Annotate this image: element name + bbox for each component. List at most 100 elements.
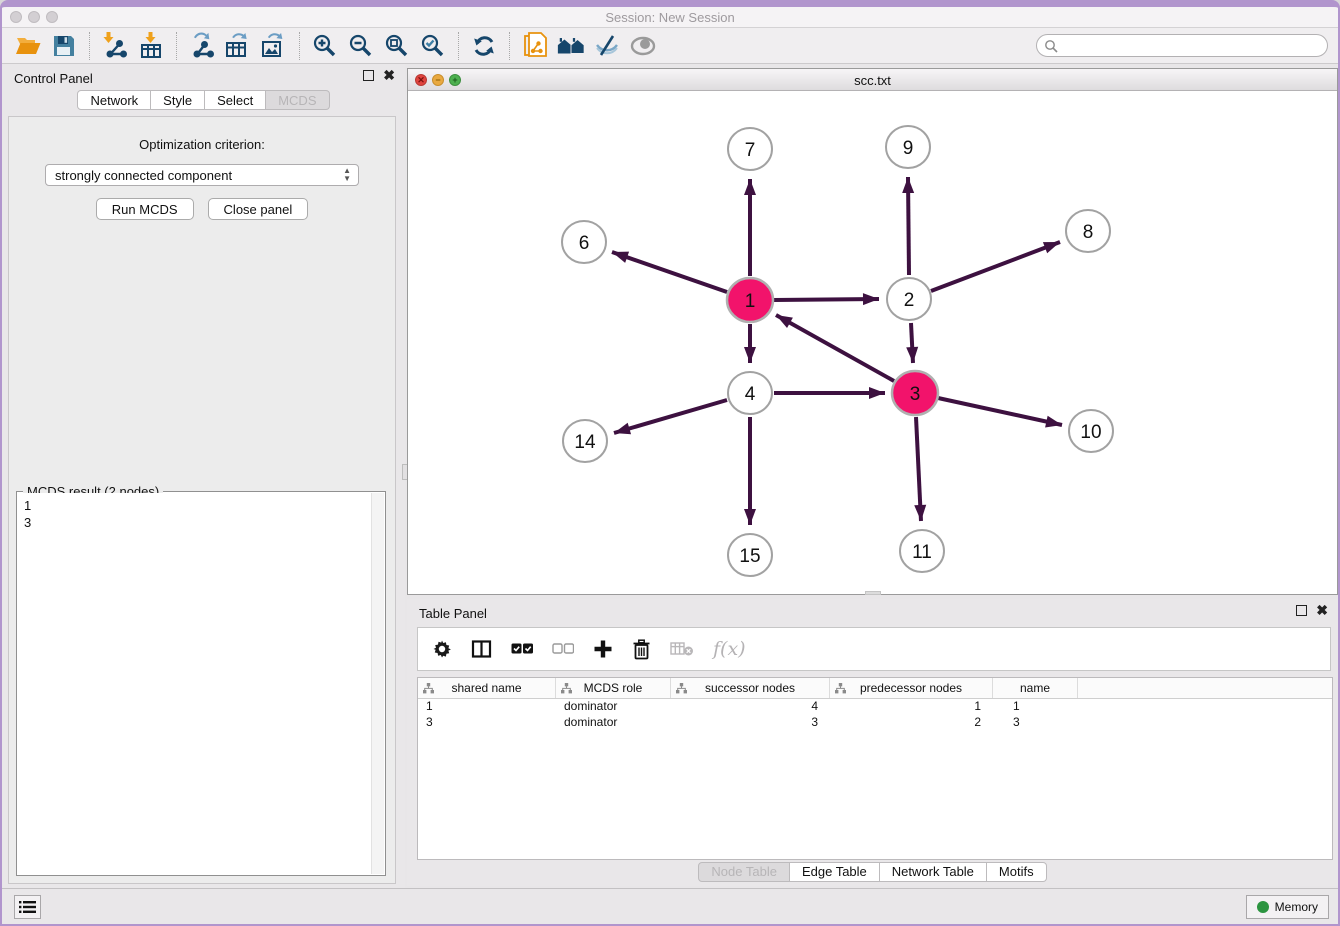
- node-table[interactable]: shared name MCDS role successor nodes pr…: [417, 677, 1333, 860]
- add-column-icon[interactable]: [593, 635, 613, 663]
- node-2[interactable]: 2: [887, 278, 931, 320]
- close-panel-icon[interactable]: ✖: [383, 70, 395, 81]
- node-15[interactable]: 15: [728, 534, 772, 576]
- node-6[interactable]: 6: [562, 221, 606, 263]
- column-header-predecessor-nodes[interactable]: predecessor nodes: [830, 678, 993, 698]
- window-titlebar: Session: New Session: [2, 7, 1338, 28]
- table-row[interactable]: 3 dominator 3 2 3: [418, 715, 1332, 731]
- node-10[interactable]: 10: [1069, 410, 1113, 452]
- run-mcds-button[interactable]: Run MCDS: [96, 198, 194, 220]
- svg-text:1: 1: [745, 291, 756, 312]
- svg-text:11: 11: [912, 542, 932, 563]
- open-session-icon[interactable]: [13, 32, 43, 60]
- float-table-panel-icon[interactable]: [1296, 605, 1307, 616]
- cell-successor-nodes[interactable]: 4: [671, 699, 830, 715]
- node-3-selected[interactable]: 3: [892, 371, 938, 415]
- table-options-gear-icon[interactable]: [432, 635, 452, 663]
- table-panel-title: Table Panel: [419, 606, 487, 621]
- memory-button[interactable]: Memory: [1246, 895, 1329, 919]
- export-network-icon[interactable]: [187, 32, 217, 60]
- cell-shared-name[interactable]: 1: [418, 699, 556, 715]
- float-panel-icon[interactable]: [363, 70, 374, 81]
- cell-mcds-role[interactable]: dominator: [556, 715, 671, 731]
- search-input[interactable]: [1058, 35, 1327, 56]
- mcds-result-text[interactable]: 1 3: [18, 493, 370, 874]
- function-builder-icon[interactable]: f(x): [713, 635, 746, 663]
- search-field[interactable]: [1036, 34, 1328, 57]
- edge-3-10[interactable]: [938, 398, 1062, 425]
- task-history-button[interactable]: [14, 895, 41, 919]
- new-network-from-selection-icon[interactable]: [520, 32, 550, 60]
- svg-text:7: 7: [745, 140, 756, 161]
- close-table-panel-icon[interactable]: ✖: [1316, 605, 1328, 616]
- network-window-titlebar[interactable]: ✕ − + scc.txt: [408, 69, 1337, 91]
- edge-1-2[interactable]: [774, 299, 879, 300]
- edge-3-1[interactable]: [776, 315, 894, 381]
- hide-selected-icon[interactable]: [592, 32, 622, 60]
- first-neighbors-icon[interactable]: [556, 32, 586, 60]
- delete-table-icon[interactable]: [670, 635, 694, 663]
- node-14[interactable]: 14: [563, 420, 607, 462]
- column-header-name[interactable]: name: [993, 678, 1078, 698]
- deselect-all-rows-icon[interactable]: [552, 635, 574, 663]
- tab-style[interactable]: Style: [151, 90, 205, 110]
- edge-2-9[interactable]: [908, 177, 909, 275]
- cell-successor-nodes[interactable]: 3: [671, 715, 830, 731]
- window-resize-grip[interactable]: [865, 591, 881, 595]
- memory-label: Memory: [1275, 900, 1318, 914]
- tab-mcds[interactable]: MCDS: [266, 90, 329, 110]
- cell-name[interactable]: 1: [993, 699, 1078, 715]
- cell-shared-name[interactable]: 3: [418, 715, 556, 731]
- import-network-icon[interactable]: [100, 32, 130, 60]
- result-scrollbar[interactable]: [371, 493, 384, 874]
- optimization-criterion-select[interactable]: strongly connected component ▲▼: [45, 164, 359, 186]
- mcds-panel: Optimization criterion: strongly connect…: [8, 116, 396, 884]
- show-all-icon[interactable]: [628, 32, 658, 60]
- column-type-icon: [676, 683, 687, 697]
- tab-node-table[interactable]: Node Table: [698, 862, 790, 882]
- node-11[interactable]: 11: [900, 530, 944, 572]
- tab-network[interactable]: Network: [77, 90, 151, 110]
- node-9[interactable]: 9: [886, 126, 930, 168]
- table-row[interactable]: 1 dominator 4 1 1: [418, 699, 1332, 715]
- show-column-icon[interactable]: [471, 635, 492, 663]
- node-8[interactable]: 8: [1066, 210, 1110, 252]
- cell-mcds-role[interactable]: dominator: [556, 699, 671, 715]
- svg-text:8: 8: [1083, 222, 1094, 243]
- edge-2-8[interactable]: [931, 242, 1060, 291]
- edge-2-3[interactable]: [911, 323, 913, 363]
- tab-edge-table[interactable]: Edge Table: [790, 862, 880, 882]
- cell-name[interactable]: 3: [993, 715, 1078, 731]
- select-all-rows-icon[interactable]: [511, 635, 533, 663]
- svg-text:3: 3: [910, 384, 921, 405]
- column-header-successor-nodes[interactable]: successor nodes: [671, 678, 830, 698]
- apply-layout-icon[interactable]: [469, 32, 499, 60]
- main-toolbar: [2, 28, 1338, 64]
- zoom-fit-icon[interactable]: [382, 32, 412, 60]
- column-header-shared-name[interactable]: shared name: [418, 678, 556, 698]
- delete-column-icon[interactable]: [632, 635, 651, 663]
- zoom-selected-icon[interactable]: [418, 32, 448, 60]
- zoom-out-icon[interactable]: [346, 32, 376, 60]
- zoom-in-icon[interactable]: [310, 32, 340, 60]
- save-session-icon[interactable]: [49, 32, 79, 60]
- tab-select[interactable]: Select: [205, 90, 266, 110]
- close-panel-button[interactable]: Close panel: [208, 198, 309, 220]
- tab-network-table[interactable]: Network Table: [880, 862, 987, 882]
- node-4[interactable]: 4: [728, 372, 772, 414]
- edge-4-14[interactable]: [614, 400, 727, 433]
- node-1-selected[interactable]: 1: [727, 278, 773, 322]
- tab-motifs[interactable]: Motifs: [987, 862, 1047, 882]
- export-table-icon[interactable]: [223, 32, 253, 60]
- cell-predecessor-nodes[interactable]: 1: [830, 699, 993, 715]
- node-7[interactable]: 7: [728, 128, 772, 170]
- edge-1-6[interactable]: [612, 252, 727, 292]
- export-image-icon[interactable]: [259, 32, 289, 60]
- cell-predecessor-nodes[interactable]: 2: [830, 715, 993, 731]
- column-header-mcds-role[interactable]: MCDS role: [556, 678, 671, 698]
- task-list-icon: [19, 900, 36, 914]
- edge-3-11[interactable]: [916, 417, 921, 521]
- import-table-icon[interactable]: [136, 32, 166, 60]
- table-tabs: Node Table Edge Table Network Table Moti…: [407, 857, 1338, 886]
- network-canvas[interactable]: 7 9 6 8 1 2 4 3 14 10 15 11: [408, 91, 1337, 594]
